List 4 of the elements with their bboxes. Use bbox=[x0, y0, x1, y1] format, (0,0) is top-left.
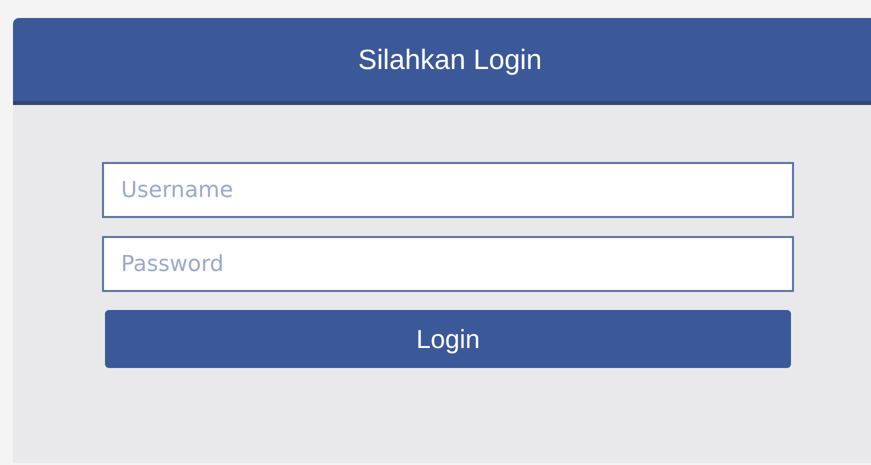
login-button[interactable]: Login bbox=[105, 310, 791, 368]
input-field[interactable]: Password bbox=[102, 236, 794, 292]
input-field[interactable]: Username bbox=[102, 162, 794, 218]
panel-title: Silahkan Login bbox=[358, 44, 542, 76]
